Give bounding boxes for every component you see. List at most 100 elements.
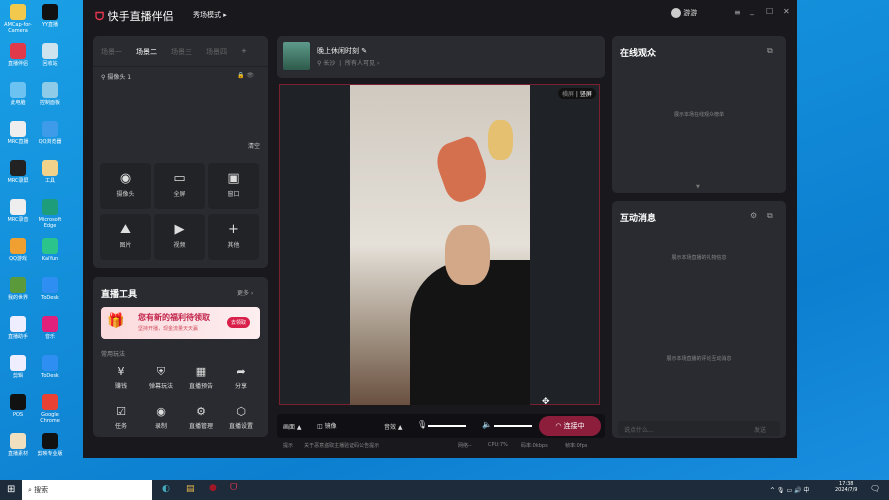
desktop-icon[interactable]: ToDesk (34, 277, 66, 301)
comment-input[interactable]: 说点什么... 发送 (618, 421, 780, 436)
add-scene-button[interactable]: + (241, 47, 247, 57)
start-button[interactable]: ⊞ (7, 484, 15, 495)
app-icon (10, 4, 26, 20)
tool-item[interactable]: ⛨ 弹幕玩法 (141, 365, 181, 390)
desktop-icon[interactable]: 音乐 (34, 316, 66, 340)
orientation-toggle[interactable]: 横屏 | 竖屏 (558, 88, 596, 99)
desktop-icon[interactable]: QQ游戏 (2, 238, 34, 262)
comment-empty: 展示本场直播的评论互动消息 (666, 356, 732, 362)
cover-thumbnail[interactable] (283, 42, 310, 70)
speaker-volume-slider[interactable] (494, 425, 532, 427)
mode-selector[interactable]: 秀场模式 ▸ (193, 10, 227, 20)
menu-icon[interactable]: ≡ (734, 8, 741, 17)
scene-tab[interactable]: 场景三 (171, 47, 192, 57)
tool-icon: ⬡ (236, 405, 246, 418)
desktop-icon[interactable]: MRC录音 (2, 199, 34, 223)
audience-title: 在线观众 (620, 49, 657, 59)
tool-item[interactable]: ⬡ 直播设置 (221, 405, 261, 430)
desktop-icon[interactable]: 直播素材 (2, 433, 34, 457)
video-preview[interactable]: 横屏 | 竖屏 ✥ (279, 84, 600, 407)
app-icon (42, 355, 58, 371)
add-source-tile[interactable]: ▶ 视频 (154, 214, 205, 260)
desktop-icon[interactable]: 工具 (34, 160, 66, 184)
source-item[interactable]: ⚲ 摄像头 1 (101, 72, 131, 81)
desktop-icon[interactable]: MRC录屏 (2, 160, 34, 184)
speaker-icon[interactable]: 🔈 (482, 420, 492, 429)
welfare-banner[interactable]: 🎁 您有新的福利待领取 坚持开播，现金流量天天赢 去领取 (101, 307, 260, 339)
desktop-icon[interactable]: 直播伴侣 (2, 43, 34, 67)
scene-tab[interactable]: 场景一 (101, 47, 122, 57)
app-window: ᗜ 快手直播伴侣 秀场模式 ▸ 游游 ≡ _ ☐ ✕ 场景一 场景二 场景三 场景四 +… (83, 0, 797, 458)
source-icon: ◉ (119, 171, 132, 186)
popout-icon[interactable]: ⧉ (767, 211, 773, 221)
desktop-icon[interactable]: 剪映专业版 (34, 433, 66, 457)
mic-volume-slider[interactable] (428, 425, 466, 427)
desktop-icon[interactable]: Microsoft Edge (34, 199, 66, 229)
app-icon (10, 238, 26, 254)
desktop-icon[interactable]: 我的世界 (2, 277, 34, 301)
desktop-icon[interactable]: 直播助手 (2, 316, 34, 340)
desktop-icon[interactable]: ToDesk (34, 355, 66, 379)
mirror-button[interactable]: ◫ 镜像 (317, 421, 337, 430)
control-bar: 画面 ▲ ◫ 镜像 音效 ▲ 🎙 🔈 ◠ 连接中 (277, 414, 605, 438)
notification-icon[interactable]: 🗨 (870, 484, 880, 493)
claim-button[interactable]: 去领取 (227, 317, 251, 328)
connect-button[interactable]: ◠ 连接中 (539, 416, 601, 436)
clock[interactable]: 17:38 2024/7/9 (835, 481, 857, 493)
expand-icon[interactable]: ▼ (696, 184, 700, 190)
settings-icon[interactable]: ⚙ (750, 211, 757, 220)
search-box[interactable]: ⌕ 搜索 (22, 480, 152, 500)
tool-item[interactable]: ➦ 分享 (221, 365, 261, 390)
desktop-icon[interactable]: 控制面板 (34, 82, 66, 106)
tool-item[interactable]: ⚙ 直播管理 (181, 405, 221, 430)
minimize-button[interactable]: _ (750, 6, 754, 15)
more-link[interactable]: 更多 › (237, 288, 253, 297)
app-icon (10, 316, 26, 332)
user-profile[interactable]: 游游 (671, 8, 697, 18)
clear-button[interactable]: 清空 (248, 141, 260, 150)
app-icon[interactable]: ● (209, 483, 217, 493)
scene-tab[interactable]: 场景四 (206, 47, 227, 57)
popout-icon[interactable]: ⧉ (767, 46, 773, 56)
desktop-icon[interactable]: Google Chrome (34, 394, 66, 424)
tool-item[interactable]: ¥ 赚钱 (101, 365, 141, 390)
effects-button[interactable]: 音效 ▲ (384, 422, 403, 431)
add-source-tile[interactable]: + 其他 (208, 214, 259, 260)
tool-item[interactable]: ☑ 任务 (101, 405, 141, 430)
app-icon (10, 433, 26, 449)
picture-button[interactable]: 画面 ▲ (283, 422, 302, 431)
kuaishou-taskbar-icon[interactable]: ᗜ (230, 483, 237, 493)
edge-icon[interactable]: ◐ (162, 484, 170, 494)
app-icon (10, 394, 26, 410)
mic-icon[interactable]: 🎙 (417, 420, 427, 429)
add-source-tile[interactable]: ◉ 摄像头 (100, 163, 151, 209)
explorer-icon[interactable]: ▤ (186, 484, 195, 494)
add-source-tile[interactable]: ▣ 窗口 (208, 163, 259, 209)
add-source-tile[interactable]: ⛰ 图片 (100, 214, 151, 260)
tool-icon: ▦ (195, 365, 207, 378)
notice-link[interactable]: 关于恶意盗取主播验证码公告提示 (304, 443, 379, 449)
desktop-icon[interactable]: 剪辑 (2, 355, 34, 379)
add-source-tile[interactable]: ▭ 全屏 (154, 163, 205, 209)
tool-item[interactable]: ◉ 录制 (141, 405, 181, 430)
stream-info: 晚上休闲时刻 ✎ ⚲ 长沙 | 所有人可见 › (277, 36, 605, 78)
tool-item[interactable]: ▦ 直播预告 (181, 365, 221, 390)
desktop-icon[interactable]: AMCap-for-Camera (2, 4, 34, 34)
app-icon (42, 43, 58, 59)
stream-title[interactable]: 晚上休闲时刻 ✎ (317, 46, 367, 56)
desktop-icon[interactable]: QQ浏览器 (34, 121, 66, 145)
maximize-button[interactable]: ☐ (766, 7, 773, 16)
desktop-icon[interactable]: 此电脑 (2, 82, 34, 106)
desktop-icon[interactable]: POS (2, 394, 34, 418)
send-button[interactable]: 发送 (754, 425, 766, 434)
scene-tab[interactable]: 场景二 (136, 47, 157, 57)
desktop-icon[interactable]: 回收站 (34, 43, 66, 67)
stream-meta[interactable]: ⚲ 长沙 | 所有人可见 › (317, 58, 379, 67)
tray-icons[interactable]: ^ 🎙 ▭ 🔊 中 (770, 485, 809, 494)
desktop-icon[interactable]: MRC直播 (2, 121, 34, 145)
desktop-icon[interactable]: KaiYun (34, 238, 66, 262)
desktop-icon[interactable]: YY直播 (34, 4, 66, 28)
lock-eye-icons[interactable]: 🔒 👁 (237, 72, 254, 79)
tool-icon: ➦ (236, 365, 246, 378)
close-button[interactable]: ✕ (783, 7, 790, 16)
